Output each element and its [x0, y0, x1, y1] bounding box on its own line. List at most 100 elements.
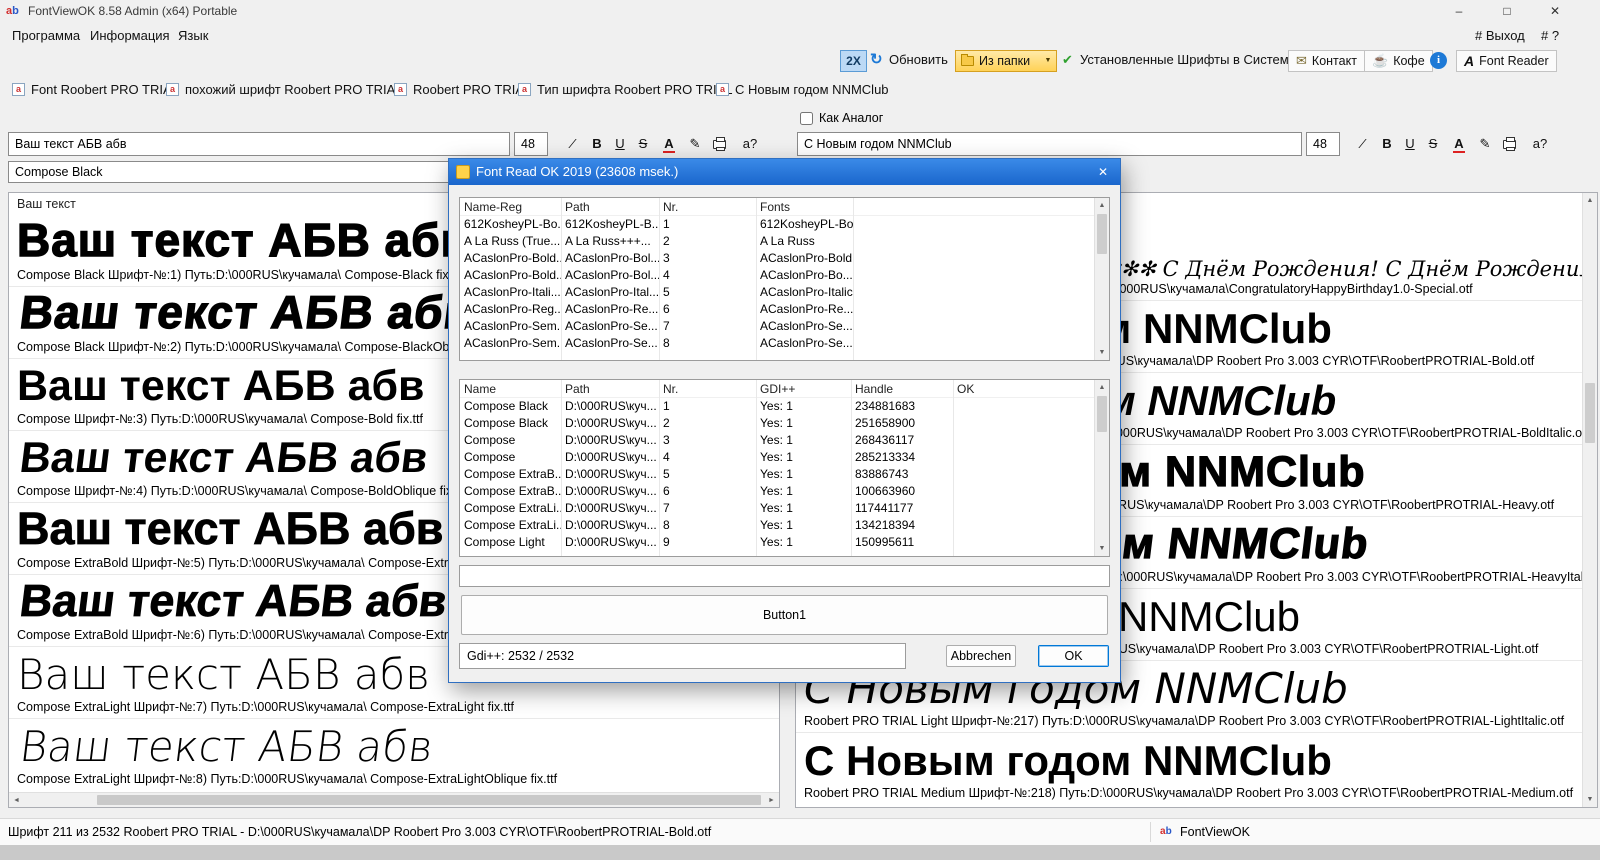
- vertical-scrollbar[interactable]: ▲ ▼: [1094, 380, 1109, 556]
- scroll-down-arrow-icon[interactable]: ▼: [1095, 345, 1109, 360]
- table-row[interactable]: Compose Black D:\000RUS\куч... 1 Yes: 1 2348…: [460, 398, 1109, 415]
- table-row[interactable]: Compose D:\000RUS\куч... 3 Yes: 1 268436117: [460, 432, 1109, 449]
- table-row[interactable]: 612KosheyPL-Bo... 612KosheyPL-B... 1 612Kos…: [460, 216, 1109, 233]
- menu-language[interactable]: Язык: [178, 25, 208, 47]
- bold-button[interactable]: B: [1376, 133, 1398, 155]
- font-color-button[interactable]: A: [658, 133, 680, 155]
- vertical-scrollbar[interactable]: ▲ ▼: [1582, 193, 1597, 807]
- from-folder-dropdown[interactable]: ▼: [1040, 50, 1057, 72]
- underline-button[interactable]: U: [609, 133, 631, 155]
- bold-button[interactable]: B: [586, 133, 608, 155]
- installed-fonts-button[interactable]: Установленные Шрифты в Системе: [1080, 50, 1296, 72]
- minimize-button[interactable]: –: [1438, 0, 1480, 22]
- scroll-right-arrow-icon[interactable]: ►: [764, 793, 779, 807]
- col-name[interactable]: Name: [460, 380, 561, 397]
- cell-path: D:\000RUS\куч...: [565, 450, 657, 464]
- dialog-title-bar[interactable]: Font Read OK 2019 (23608 msek.) ✕: [449, 159, 1120, 185]
- tab-font-type[interactable]: a Тип шрифта Roobert PRO TRIAL: [510, 77, 741, 101]
- table-row[interactable]: ACaslonPro-Sem... ACaslonPro-Se... 8 ACaslo…: [460, 335, 1109, 352]
- left-sample-input[interactable]: [8, 132, 510, 156]
- right-font-size-input[interactable]: [1306, 132, 1340, 156]
- table-row[interactable]: Compose ExtraB... D:\000RUS\куч... 5 Yes: 1…: [460, 466, 1109, 483]
- cell-fonts: ACaslonPro-Bo...: [760, 268, 853, 282]
- vertical-scrollbar[interactable]: ▲ ▼: [1094, 198, 1109, 360]
- tab-new-year[interactable]: a С Новым годом NNMClub: [708, 77, 897, 101]
- table-row[interactable]: Compose Light D:\000RUS\куч... 9 Yes: 1 1509…: [460, 534, 1109, 551]
- ok-button[interactable]: OK: [1038, 645, 1109, 667]
- left-font-combo[interactable]: Compose Black ▼: [8, 161, 512, 183]
- scroll-up-arrow-icon[interactable]: ▲: [1095, 380, 1109, 395]
- horizontal-scrollbar[interactable]: ◄ ►: [9, 792, 779, 807]
- table-row[interactable]: ACaslonPro-Sem... ACaslonPro-Se... 7 ACaslo…: [460, 318, 1109, 335]
- scroll-up-arrow-icon[interactable]: ▲: [1583, 193, 1597, 208]
- edit-pencil-button[interactable]: ✎: [684, 133, 706, 155]
- maximize-button[interactable]: □: [1486, 0, 1528, 22]
- refresh-icon[interactable]: ↻: [870, 50, 883, 72]
- italic-button[interactable]: ∕: [1352, 133, 1374, 155]
- font-info-button[interactable]: a?: [1526, 133, 1554, 155]
- tab-similar-font[interactable]: a похожий шрифт Roobert PRO TRIAL: [158, 77, 411, 101]
- col-gdi[interactable]: GDI++: [756, 380, 851, 397]
- dialog-close-button[interactable]: ✕: [1092, 163, 1114, 181]
- refresh-button[interactable]: Обновить: [889, 50, 948, 72]
- font-info-button[interactable]: a?: [736, 133, 764, 155]
- cancel-button[interactable]: Abbrechen: [946, 645, 1016, 667]
- font-read-dialog: Font Read OK 2019 (23608 msek.) ✕ Name-R…: [448, 158, 1121, 683]
- contact-button[interactable]: ✉ Контакт: [1288, 50, 1365, 72]
- col-handle[interactable]: Handle: [851, 380, 953, 397]
- strikethrough-button[interactable]: S: [1422, 133, 1444, 155]
- col-fonts[interactable]: Fonts: [756, 198, 853, 215]
- font-icon: a: [12, 82, 25, 96]
- zoom-2x-button[interactable]: 2X: [840, 50, 867, 72]
- coffee-button[interactable]: ☕ Кофе: [1364, 50, 1433, 72]
- scroll-down-arrow-icon[interactable]: ▼: [1095, 541, 1109, 556]
- table-row[interactable]: ACaslonPro-Bold... ACaslonPro-Bol... 4 ACas…: [460, 267, 1109, 284]
- table-row[interactable]: Compose ExtraLi... D:\000RUS\куч... 8 Yes: …: [460, 517, 1109, 534]
- menu-exit[interactable]: # Выход: [1475, 25, 1525, 47]
- scroll-down-arrow-icon[interactable]: ▼: [1583, 792, 1597, 807]
- cell-name-reg: ACaslonPro-Sem...: [464, 336, 561, 350]
- app-icon: ab: [6, 5, 19, 17]
- table-row[interactable]: A La Russ (True... A La Russ+++... 2 A La R…: [460, 233, 1109, 250]
- table-row[interactable]: Compose D:\000RUS\куч... 4 Yes: 1 285213334: [460, 449, 1109, 466]
- from-folder-button[interactable]: Из папки: [955, 50, 1041, 72]
- col-path[interactable]: Path: [561, 380, 659, 397]
- scroll-left-arrow-icon[interactable]: ◄: [9, 793, 24, 807]
- scrollbar-thumb[interactable]: [1585, 383, 1595, 443]
- right-sample-input[interactable]: [797, 132, 1302, 156]
- analog-checkbox[interactable]: [800, 112, 813, 125]
- button1[interactable]: Button1: [461, 595, 1108, 635]
- col-ok[interactable]: OK: [953, 380, 1109, 397]
- font-reader-button[interactable]: A Font Reader: [1456, 50, 1557, 72]
- table-row[interactable]: ACaslonPro-Itali... ACaslonPro-Ital... 5 AC…: [460, 284, 1109, 301]
- col-path[interactable]: Path: [561, 198, 659, 215]
- font-preview-row[interactable]: Ваш текст АБВ абв Compose ExtraLight Шри…: [9, 719, 779, 791]
- table-row[interactable]: Compose Black D:\000RUS\куч... 2 Yes: 1 2516…: [460, 415, 1109, 432]
- scrollbar-thumb[interactable]: [1097, 214, 1107, 254]
- col-nr[interactable]: Nr.: [659, 380, 756, 397]
- underline-button[interactable]: U: [1399, 133, 1421, 155]
- scrollbar-thumb[interactable]: [97, 795, 761, 805]
- italic-button[interactable]: ∕: [562, 133, 584, 155]
- table-row[interactable]: ACaslonPro-Bold... ACaslonPro-Bol... 3 ACas…: [460, 250, 1109, 267]
- font-preview-row[interactable]: С Новым годом NNMClub Roobert PRO TRIAL …: [796, 733, 1582, 805]
- font-color-button[interactable]: A: [1448, 133, 1470, 155]
- print-button[interactable]: [1498, 133, 1520, 155]
- col-name-reg[interactable]: Name-Reg: [460, 198, 561, 215]
- close-button[interactable]: ✕: [1534, 0, 1576, 22]
- left-font-size-input[interactable]: [514, 132, 548, 156]
- menu-help[interactable]: # ?: [1541, 25, 1559, 47]
- scroll-up-arrow-icon[interactable]: ▲: [1095, 198, 1109, 213]
- table-row[interactable]: Compose ExtraB... D:\000RUS\куч... 6 Yes: 1…: [460, 483, 1109, 500]
- scrollbar-thumb[interactable]: [1097, 396, 1107, 432]
- table-row[interactable]: ACaslonPro-Reg... ACaslonPro-Re... 6 ACaslo…: [460, 301, 1109, 318]
- menu-information[interactable]: Информация: [90, 25, 170, 47]
- col-nr[interactable]: Nr.: [659, 198, 756, 215]
- status-app-name: FontViewOK: [1180, 825, 1250, 839]
- edit-pencil-button[interactable]: ✎: [1474, 133, 1496, 155]
- menu-program[interactable]: Программа: [12, 25, 80, 47]
- info-icon[interactable]: i: [1430, 52, 1447, 69]
- table-row[interactable]: Compose ExtraLi... D:\000RUS\куч... 7 Yes: …: [460, 500, 1109, 517]
- print-button[interactable]: [708, 133, 730, 155]
- strikethrough-button[interactable]: S: [632, 133, 654, 155]
